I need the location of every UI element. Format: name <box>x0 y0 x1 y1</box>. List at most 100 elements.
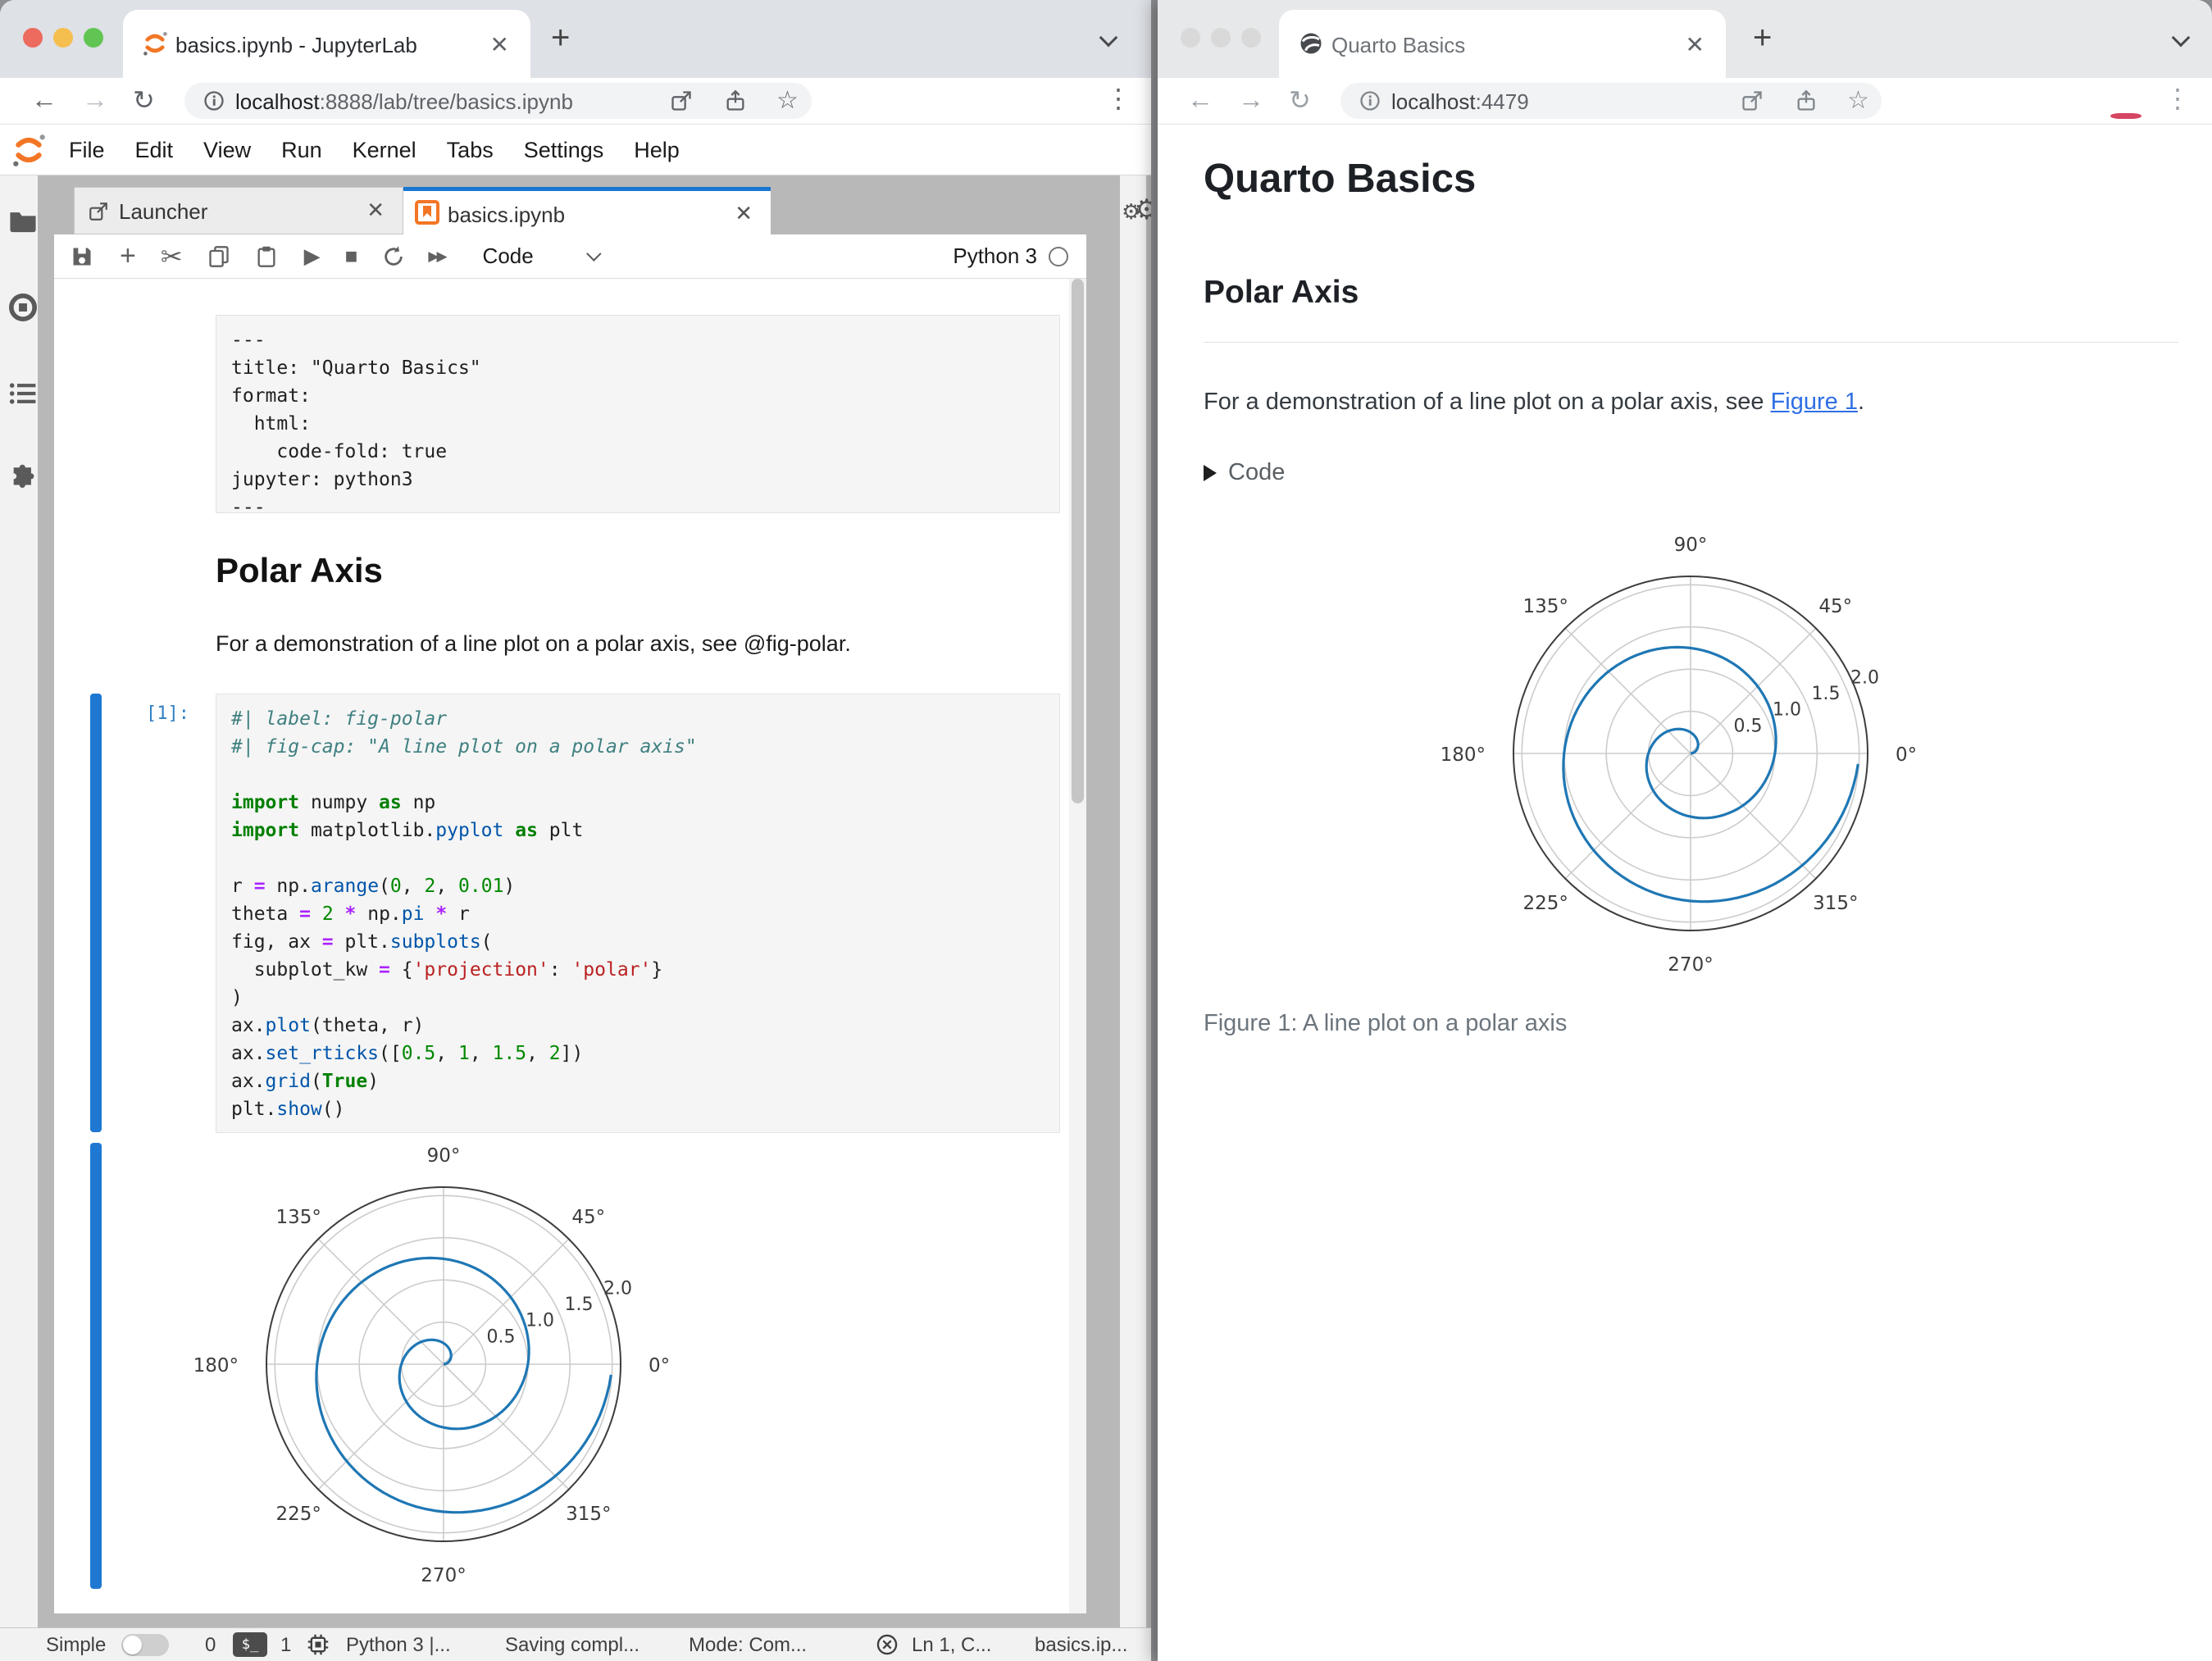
restart-kernel-icon[interactable] <box>382 245 405 268</box>
launcher-icon <box>89 203 107 221</box>
input-collapser[interactable] <box>90 694 102 1132</box>
minimize-window-button[interactable] <box>1211 28 1231 48</box>
open-in-window-icon[interactable] <box>670 89 693 112</box>
menu-item-help[interactable]: Help <box>634 138 680 163</box>
cursor-position-text[interactable]: Ln 1, C... <box>912 1634 991 1657</box>
back-icon[interactable]: ← <box>31 84 57 115</box>
close-window-button[interactable] <box>23 28 43 48</box>
output-collapser[interactable] <box>90 1143 102 1589</box>
new-tab-button[interactable]: + <box>1753 21 1772 54</box>
bookmark-star-icon[interactable]: ☆ <box>1847 86 1869 115</box>
figure-link[interactable]: Figure 1 <box>1771 389 1858 415</box>
terminal-icon[interactable]: $_ <box>233 1632 267 1657</box>
menu-item-tabs[interactable]: Tabs <box>447 138 494 163</box>
bookmark-star-icon[interactable]: ☆ <box>776 86 799 115</box>
interrupt-kernel-icon[interactable]: ■ <box>345 243 358 269</box>
cell-type-select[interactable]: Code <box>483 243 534 269</box>
minimize-window-button[interactable] <box>53 28 73 48</box>
scrollbar-thumb[interactable] <box>1072 279 1084 803</box>
markdown-heading[interactable]: Polar Axis <box>216 551 383 590</box>
kernel-status-icon <box>1049 246 1068 266</box>
svg-text:135°: 135° <box>276 1207 321 1228</box>
svg-text:180°: 180° <box>1441 744 1486 766</box>
jupyterlab-app: File Edit View Run Kernel Tabs Settings Help <box>0 125 1151 1661</box>
paste-cells-icon[interactable] <box>255 245 278 268</box>
markdown-paragraph[interactable]: For a demonstration of a line plot on a … <box>216 631 851 657</box>
svg-text:0°: 0° <box>649 1355 670 1377</box>
polar-plot-output: 0° 45° 90° 135° 180° 225° 270° 315° 0.5 1.0 1.5 2.0 <box>193 1145 671 1586</box>
menu-item-settings[interactable]: Settings <box>524 138 604 163</box>
code-fold-disclosure[interactable]: Code <box>1204 459 1285 486</box>
browser-tab-strip: basics.ipynb - JupyterLab ✕ + <box>0 0 1151 78</box>
copy-cells-icon[interactable] <box>207 245 230 268</box>
browser-tab[interactable]: Quarto Basics ✕ <box>1279 10 1726 78</box>
forward-icon[interactable]: → <box>1238 84 1264 115</box>
share-icon[interactable] <box>1795 89 1818 112</box>
menu-item-view[interactable]: View <box>203 138 251 163</box>
browser-menu-icon[interactable]: ⋮ <box>2164 83 2191 114</box>
toggle-knob <box>123 1636 142 1654</box>
notebook-mode-text: Mode: Com... <box>689 1634 808 1656</box>
cut-cells-icon[interactable]: ✂ <box>161 241 183 272</box>
notebook-scrollbar[interactable] <box>1069 279 1086 1613</box>
address-bar[interactable]: localhost:4479 ☆ <box>1340 83 1882 119</box>
page-title: Quarto Basics <box>1204 157 1477 201</box>
restart-run-all-icon[interactable]: ▶▶ <box>428 248 447 265</box>
reload-icon[interactable]: ↻ <box>1289 84 1311 116</box>
tab-notebook[interactable]: basics.ipynb ✕ <box>403 187 771 234</box>
tab-search-chevron-icon[interactable] <box>1099 28 1118 48</box>
file-browser-icon[interactable] <box>9 208 37 233</box>
open-in-window-icon[interactable] <box>1741 89 1764 112</box>
code-cell-input[interactable]: #| label: fig-polar #| fig-cap: "A line p… <box>216 694 1060 1133</box>
terminals-count: 0 <box>205 1634 216 1656</box>
menu-item-run[interactable]: Run <box>281 138 322 163</box>
tab-launcher-close-icon[interactable]: ✕ <box>366 198 385 223</box>
save-icon[interactable] <box>71 245 93 268</box>
tab-launcher[interactable]: Launcher ✕ <box>74 187 403 234</box>
insert-cell-icon[interactable]: + <box>120 240 136 272</box>
simple-mode-label: Simple <box>46 1634 107 1656</box>
run-cell-icon[interactable]: ▶ <box>304 243 321 269</box>
running-kernels-icon[interactable] <box>9 294 37 321</box>
simple-mode-toggle[interactable] <box>121 1634 169 1656</box>
cell-type-chevron-icon[interactable] <box>585 246 602 262</box>
forward-icon[interactable]: → <box>82 84 108 115</box>
tab-notebook-close-icon[interactable]: ✕ <box>735 201 753 226</box>
site-info-icon[interactable] <box>1359 89 1381 112</box>
tab-launcher-label: Launcher <box>119 199 208 224</box>
property-inspector-icon[interactable]: ⚙⚙ <box>1122 193 1151 226</box>
svg-text:2.0: 2.0 <box>1850 667 1879 688</box>
tab-search-chevron-icon[interactable] <box>2171 28 2191 48</box>
url-text: localhost:8888/lab/tree/basics.ipynb <box>235 89 573 114</box>
notebook-file-icon <box>415 200 439 225</box>
no-errors-icon <box>876 1634 898 1655</box>
browser-tab[interactable]: basics.ipynb - JupyterLab ✕ <box>123 10 530 78</box>
notebook-content: --- title: "Quarto Basics" format: html: c… <box>54 279 1086 1613</box>
zoom-window-button[interactable] <box>84 28 103 48</box>
site-info-icon[interactable] <box>203 89 225 112</box>
address-bar[interactable]: localhost:8888/lab/tree/basics.ipynb ☆ <box>184 83 812 119</box>
extension-manager-icon[interactable] <box>9 464 37 492</box>
jupyterlab-right-sidebar: ⚙⚙ <box>1112 175 1151 1627</box>
yaml-raw-cell[interactable]: --- title: "Quarto Basics" format: html: c… <box>216 315 1060 518</box>
share-icon[interactable] <box>724 89 747 112</box>
svg-text:225°: 225° <box>276 1504 321 1525</box>
quarto-browser-window: Quarto Basics ✕ + ← → ↻ localhost:4479 ☆ <box>1158 0 2212 1661</box>
reload-icon[interactable]: ↻ <box>133 84 155 116</box>
back-icon[interactable]: ← <box>1187 84 1213 115</box>
menu-item-edit[interactable]: Edit <box>135 138 174 163</box>
kernel-name[interactable]: Python 3 <box>953 243 1037 269</box>
kernel-status-text[interactable]: Python 3 |... <box>346 1634 451 1657</box>
new-tab-button[interactable]: + <box>551 21 570 54</box>
table-of-contents-icon[interactable] <box>9 382 37 405</box>
notebook-toolbar: + ✂ ▶ ■ ▶▶ Code Python 3 <box>54 234 1086 279</box>
svg-text:180°: 180° <box>193 1355 239 1377</box>
close-window-button[interactable] <box>1181 28 1200 48</box>
menu-item-kernel[interactable]: Kernel <box>353 138 416 163</box>
zoom-window-button[interactable] <box>1241 28 1261 48</box>
tab-close-icon[interactable]: ✕ <box>490 31 509 58</box>
tab-notebook-label: basics.ipynb <box>448 203 566 227</box>
menu-item-file[interactable]: File <box>69 138 105 163</box>
tab-close-icon[interactable]: ✕ <box>1686 31 1705 58</box>
browser-menu-icon[interactable]: ⋮ <box>1105 83 1131 114</box>
